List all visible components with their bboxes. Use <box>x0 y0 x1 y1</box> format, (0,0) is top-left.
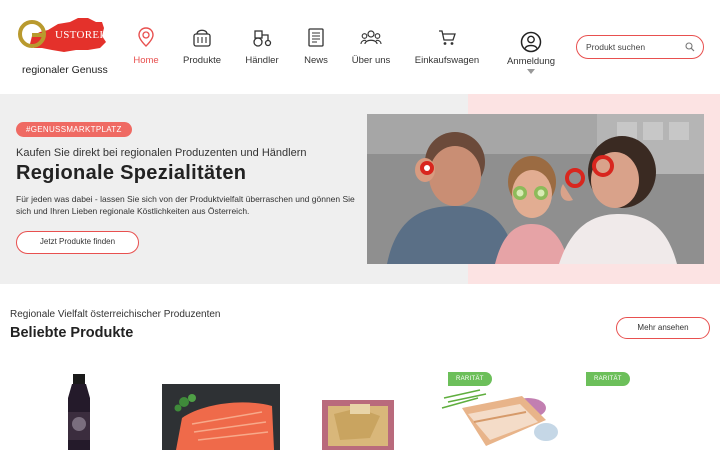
nav-label: Produkte <box>182 55 222 66</box>
nav-label: Anmeldung <box>506 56 556 67</box>
chevron-down-icon <box>527 69 535 74</box>
search-input[interactable] <box>586 40 682 54</box>
nav-label: Home <box>133 55 159 66</box>
product-image-salmon <box>162 384 280 450</box>
basket-icon <box>193 29 211 47</box>
hero-subtitle: Kaufen Sie direkt bei regionalen Produze… <box>16 147 307 159</box>
nav-ueber-uns[interactable]: Über uns <box>350 26 392 66</box>
nav-haendler[interactable]: Händler <box>244 26 280 66</box>
rarity-badge: RARITÄT <box>586 372 630 386</box>
user-circle-icon <box>520 31 542 53</box>
product-card[interactable]: RARITÄT <box>586 368 696 450</box>
tractor-icon <box>253 30 272 47</box>
hero-title: Regionale Spezialitäten <box>16 162 247 184</box>
cart-icon <box>439 30 456 45</box>
nav-label: Über uns <box>351 55 391 66</box>
search-box <box>576 35 704 59</box>
product-image-gift-box <box>322 400 394 450</box>
logo-brand-text: USTOREICH <box>55 29 120 41</box>
product-card[interactable]: RARITÄT <box>434 368 564 450</box>
nav-produkte[interactable]: Produkte <box>180 26 224 66</box>
product-card[interactable] <box>162 368 280 450</box>
hero-tag[interactable]: #GENUSSMARKTPLATZ <box>16 122 132 137</box>
hero-text: Für jeden was dabei - lassen Sie sich vo… <box>16 194 355 216</box>
site-header: USTOREICH regionaler Genuss Home Produkt… <box>0 0 720 94</box>
nav-einkaufswagen[interactable]: Einkaufswagen <box>414 26 480 66</box>
nav-label: News <box>304 55 328 66</box>
newspaper-icon <box>308 28 324 47</box>
nav-label: Händler <box>245 55 279 66</box>
location-pin-icon <box>138 27 154 47</box>
show-more-button[interactable]: Mehr ansehen <box>616 317 710 339</box>
products-section-title: Beliebte Produkte <box>10 325 134 341</box>
brand-logo[interactable]: USTOREICH regionaler Genuss <box>18 14 119 80</box>
find-products-button[interactable]: Jetzt Produkte finden <box>16 231 139 254</box>
nav-label: Einkaufswagen <box>414 55 480 66</box>
product-card[interactable] <box>40 368 120 450</box>
nav-news[interactable]: News <box>300 26 332 66</box>
hero-section: #GENUSSMARKTPLATZ Kaufen Sie direkt bei … <box>0 94 720 284</box>
family-photo <box>367 114 704 264</box>
rarity-badge: RARITÄT <box>448 372 492 386</box>
product-card[interactable] <box>300 368 416 450</box>
products-section-subtitle: Regionale Vielfalt österreichischer Prod… <box>10 309 221 320</box>
product-image-bottle <box>68 374 90 450</box>
nav-home[interactable]: Home <box>128 26 164 66</box>
people-icon <box>360 30 382 45</box>
nav-anmeldung[interactable]: Anmeldung <box>504 31 558 74</box>
logo-tagline: regionaler Genuss <box>22 64 108 76</box>
search-icon[interactable] <box>685 42 695 52</box>
